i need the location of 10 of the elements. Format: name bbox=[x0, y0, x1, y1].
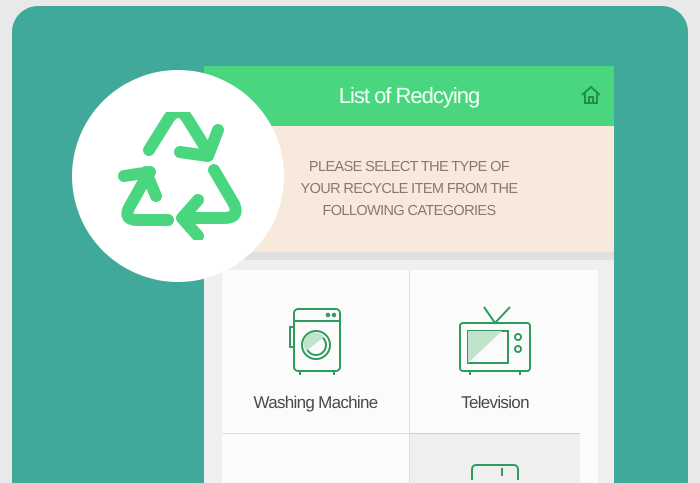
washing-machine-icon bbox=[288, 307, 344, 377]
category-label: Washing Machine bbox=[254, 393, 378, 413]
category-tile[interactable]: Washing Machine bbox=[222, 270, 410, 434]
category-tile[interactable]: Television bbox=[410, 270, 580, 434]
device-icon bbox=[470, 464, 520, 480]
screen-title: List of Redcying bbox=[338, 83, 480, 109]
home-icon[interactable] bbox=[580, 85, 602, 105]
instruction-text: PLEASE SELECT THE TYPE OF YOUR RECYCLE ITEM FROM THE FOLLOWING CATEGORIES bbox=[300, 158, 518, 221]
category-label: Television bbox=[461, 393, 529, 413]
television-icon bbox=[458, 305, 532, 377]
